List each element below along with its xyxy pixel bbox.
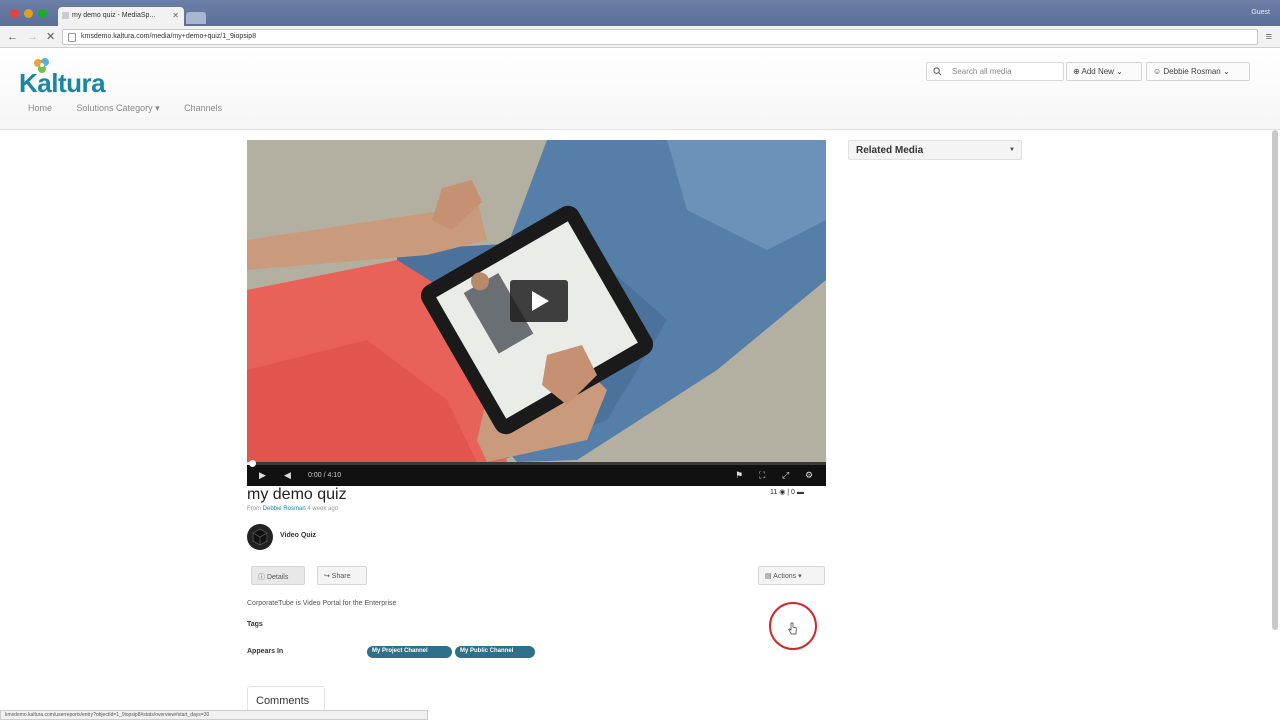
published-ago: 4 week ago	[307, 506, 339, 512]
nav-solutions-category[interactable]: Solutions Category ▾	[77, 103, 160, 113]
add-new-button[interactable]: ⊕ Add New ⌄	[1066, 62, 1142, 81]
author-link[interactable]: Debbie Rosman	[263, 506, 306, 512]
close-window-icon[interactable]	[10, 9, 19, 18]
fullscreen-icon[interactable]: ⤢	[782, 470, 789, 480]
details-tab-button[interactable]: ⓘ Details	[251, 566, 305, 585]
browser-tab[interactable]: my demo quiz - MediaSp... ✕	[58, 7, 184, 26]
tab-close-icon[interactable]: ✕	[172, 11, 179, 20]
site-header: Kaltura Home Solutions Category ▾ Channe…	[0, 48, 1280, 130]
main-nav: Home Solutions Category ▾ Channels	[28, 103, 244, 114]
media-byline: From Debbie Rosman 4 week ago	[247, 506, 338, 512]
tags-label: Tags	[247, 621, 263, 628]
video-player[interactable]: ▶ ◀ 0:00 / 4:10 ⚑ ⛶ ⤢ ⚙	[247, 140, 826, 486]
media-description: CorporateTube is Video Portal for the En…	[247, 600, 397, 607]
media-title: my demo quiz	[247, 486, 347, 503]
comments-tab[interactable]: Comments	[247, 686, 325, 710]
chevron-down-icon: ▼	[1009, 147, 1015, 153]
related-media-label: Related Media	[856, 145, 924, 156]
channel-badge-public[interactable]: My Public Channel	[455, 646, 535, 658]
search-icon	[933, 67, 942, 76]
page-icon	[68, 33, 76, 42]
progress-bar[interactable]	[247, 460, 826, 467]
back-arrow-icon[interactable]: ←	[7, 30, 18, 44]
volume-icon[interactable]: ◀	[284, 470, 291, 480]
forward-arrow-icon[interactable]: →	[27, 30, 38, 44]
site-logo[interactable]: Kaltura	[19, 68, 106, 99]
flag-icon[interactable]: ⚑	[735, 470, 743, 480]
favicon-icon	[62, 12, 69, 19]
user-menu-button[interactable]: ☺ Debbie Rosman ⌄	[1146, 62, 1250, 81]
settings-icon[interactable]: ⚙	[805, 470, 813, 480]
browser-status-bar: kmsdemo.kaltura.com/userreports/entry?ob…	[0, 710, 428, 720]
channel-badge-project[interactable]: My Project Channel	[367, 646, 452, 658]
playback-time: 0:00 / 4:10	[308, 472, 342, 479]
actions-dropdown-button[interactable]: ▤ Actions ▾	[758, 566, 825, 585]
browser-titlebar: my demo quiz - MediaSp... ✕ Guest	[0, 0, 1280, 26]
media-stats: 11 ◉ | 0 ▬	[770, 489, 804, 496]
play-button[interactable]	[510, 280, 568, 322]
maximize-window-icon[interactable]	[38, 9, 47, 18]
appears-in-label: Appears In	[247, 648, 284, 655]
media-type-label: Video Quiz	[280, 532, 317, 539]
address-bar[interactable]: kmsdemo.kaltura.com/media/my+demo+quiz/1…	[62, 29, 1258, 45]
stop-loading-icon[interactable]: ✕	[46, 30, 55, 44]
related-media-dropdown[interactable]: Related Media ▼	[848, 140, 1022, 160]
share-tab-button[interactable]: ↪ Share	[317, 566, 367, 585]
nav-home[interactable]: Home	[28, 103, 52, 113]
guest-profile-label[interactable]: Guest	[1251, 9, 1270, 16]
play-icon[interactable]: ▶	[259, 470, 266, 480]
browser-menu-icon[interactable]: ≡	[1266, 30, 1272, 44]
hand-cursor-icon	[788, 622, 797, 635]
search-input[interactable]: Search all media	[926, 62, 1064, 81]
player-controls: ▶ ◀ 0:00 / 4:10 ⚑ ⛶ ⤢ ⚙	[247, 460, 826, 486]
browser-toolbar: ← → ✕ kmsdemo.kaltura.com/media/my+demo+…	[0, 26, 1280, 48]
address-url: kmsdemo.kaltura.com/media/my+demo+quiz/1…	[81, 33, 257, 40]
tab-title: my demo quiz - MediaSp...	[72, 12, 156, 19]
new-tab-button[interactable]	[186, 12, 206, 24]
scrubber-handle[interactable]	[249, 460, 256, 467]
captions-icon[interactable]: ⛶	[759, 470, 765, 480]
quiz-cube-icon	[247, 524, 273, 550]
search-placeholder: Search all media	[952, 67, 1012, 76]
from-prefix: From	[247, 506, 261, 512]
page-scrollbar[interactable]	[1272, 130, 1278, 630]
minimize-window-icon[interactable]	[24, 9, 33, 18]
nav-channels[interactable]: Channels	[184, 103, 222, 113]
